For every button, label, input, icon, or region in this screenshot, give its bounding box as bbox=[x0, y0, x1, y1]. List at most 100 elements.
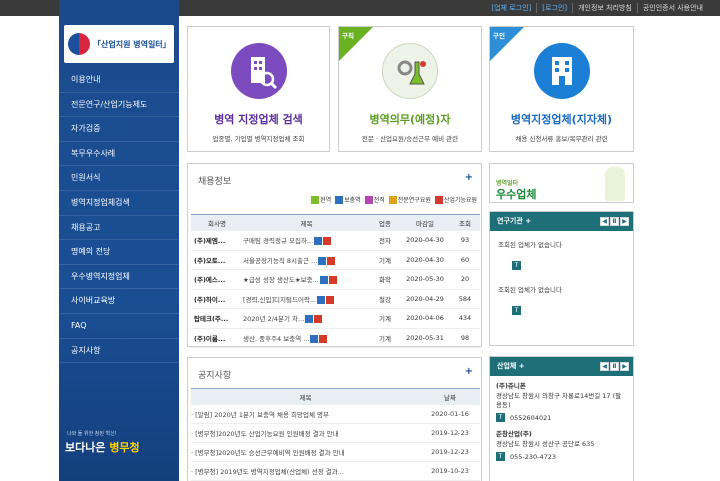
header-deadline: 마감일 bbox=[400, 214, 450, 231]
table-row[interactable]: · [병무청] 2019년도 병역지정업체(산업체) 선정 결과... 2019… bbox=[191, 461, 480, 481]
industry-cell: 전자 bbox=[370, 230, 400, 251]
table-row[interactable]: · [병무청]2020년도 산업기능요원 인원배정 결과 안내 2019-12-… bbox=[191, 423, 480, 443]
prev-icon[interactable]: ◀ bbox=[600, 362, 609, 371]
sidebar-item-forms[interactable]: 민원서식 bbox=[59, 166, 179, 191]
title-cell[interactable]: [경력,신입]디지털드어락... bbox=[243, 289, 370, 309]
sidebar: 「산업지원 병역일터」 이용안내 전문연구/산업기능제도 자가검증 복무우수사례… bbox=[59, 0, 179, 481]
notice-title-cell[interactable]: · [알림] 2020년 1분기 보충역 채용 희망업체 명부 bbox=[191, 404, 420, 424]
title-cell[interactable]: ★급성 성장 생산도★보충... bbox=[243, 269, 370, 290]
table-row[interactable]: (주)하이... [경력,신입]디지털드어락... 철강 2020-04-29 … bbox=[191, 289, 480, 309]
building-search-icon bbox=[230, 43, 287, 99]
prev-icon[interactable]: ◀ bbox=[600, 217, 609, 226]
sidebar-item-excellent-companies[interactable]: 우수병역지정업체 bbox=[59, 265, 179, 290]
table-row[interactable]: (주)이룸... 생산, 중후주4 보충역 ... 기계 2020-05-31 … bbox=[191, 328, 480, 348]
recruit-table: 회사명 제목 업종 마감일 조회 (주)제엠... 구매팀 경력정규 모집하..… bbox=[191, 214, 480, 348]
mma-slogan: 나와 둘 위한 참된 혁신! 보다나은 병무청 bbox=[59, 420, 179, 470]
lab-tools-icon bbox=[382, 43, 438, 99]
header-date: 날짜 bbox=[420, 388, 480, 405]
list-item[interactable]: (주)쥬니폰 경상남도 창원시 의창구 차룡로14번길 17 (팔용동) T 05… bbox=[490, 376, 633, 424]
site-logo[interactable]: 「산업지원 병역일터」 bbox=[64, 25, 174, 63]
building-search-icon-svg bbox=[250, 57, 277, 90]
job-seeker-card[interactable]: 구직 병역의무(예정)자 전문 · 산업요원/승선근무 예비 관련 bbox=[338, 26, 482, 152]
recruit-legend: 현역 보충역 전직 전문연구요원 산업기능요원 bbox=[311, 195, 477, 204]
pause-icon[interactable]: Ⅱ bbox=[610, 217, 619, 226]
notice-title-cell[interactable]: · [병무청]2020년도 산업기능요원 인원배정 결과 안내 bbox=[191, 423, 420, 443]
title-cell[interactable]: 2020년 2/4분기 차... bbox=[243, 308, 370, 329]
notice-title-cell[interactable]: · [병무청]2020년도 승선근무예비역 인원배정 결과 안내 bbox=[191, 442, 420, 462]
list-item[interactable]: 준창산업(주) 경상남도 창원시 성산구 공단로 635 T 055-230-47… bbox=[490, 424, 633, 463]
sidebar-item-faq[interactable]: FAQ bbox=[59, 314, 179, 339]
industrial-badge bbox=[327, 256, 336, 265]
login-link[interactable]: [로그인] bbox=[536, 3, 572, 13]
panel-nav: ◀ Ⅱ ▶ bbox=[600, 217, 629, 226]
deadline-cell: 2020-05-31 bbox=[400, 328, 450, 348]
certificate-guide-link[interactable]: 공인인증서 사용안내 bbox=[636, 3, 708, 13]
company-cell[interactable]: 탑테크(주... bbox=[191, 308, 243, 329]
company-search-card[interactable]: 병역 지정업체 검색 업종별, 기업별 병역지정업체 조회 bbox=[187, 26, 330, 152]
notice-title-cell[interactable]: · [병무청] 2019년도 병역지정업체(산업체) 선정 결과... bbox=[191, 461, 420, 481]
title-cell[interactable]: 서울공장기능직 8시출근 ... bbox=[243, 250, 370, 270]
panel-title[interactable]: 연구기관 + bbox=[497, 217, 531, 225]
corp-login-link[interactable]: [업체 로그인] bbox=[486, 3, 536, 13]
company-cell[interactable]: (주)하이... bbox=[191, 289, 243, 309]
industry-cell: 기계 bbox=[370, 328, 400, 348]
banner-big-text: 우수업체 bbox=[496, 188, 537, 201]
company-cell[interactable]: (주)제엠... bbox=[191, 230, 243, 251]
sidebar-item-guide[interactable]: 이용안내 bbox=[59, 68, 179, 93]
next-icon[interactable]: ▶ bbox=[620, 217, 629, 226]
supplementary-badge bbox=[314, 237, 323, 245]
recruit-title: 채용정보 bbox=[198, 177, 232, 187]
card-title: 병역 지정업체 검색 bbox=[214, 113, 303, 126]
mascot-icon bbox=[605, 167, 625, 201]
notice-date-cell: 2019-10-23 bbox=[420, 461, 480, 481]
table-row[interactable]: (주)오토... 서울공장기능직 8시출근 ... 기계 2020-04-30 … bbox=[191, 250, 480, 270]
table-row[interactable]: (주)제엠... 구매팀 경력정규 모집하... 전자 2020-04-30 9… bbox=[191, 230, 480, 251]
company-name[interactable]: (주)쥬니폰 bbox=[496, 380, 627, 390]
title-cell[interactable]: 구매팀 경력정규 모집하... bbox=[243, 230, 370, 251]
company-cell[interactable]: (주)에스... bbox=[191, 269, 243, 290]
card-title: 병역의무(예정)자 bbox=[369, 113, 451, 126]
excellent-company-banner[interactable]: 병역일터 우수업체 bbox=[489, 163, 634, 203]
table-row[interactable]: · [알림] 2020년 1분기 보충역 채용 희망업체 명부 2020-01-… bbox=[191, 404, 480, 424]
table-row[interactable]: 탑테크(주... 2020년 2/4분기 차... 기계 2020-04-06 … bbox=[191, 308, 480, 329]
company-cell[interactable]: (주)오토... bbox=[191, 250, 243, 270]
slogan-text: 보다나은 병무청 bbox=[65, 439, 140, 455]
industrial-badge bbox=[314, 315, 323, 324]
employer-card[interactable]: 구인 병역지정업체(지자체) 채용 신청서류 홍보/복무관리 관련 bbox=[489, 26, 634, 152]
legend-researcher: 전문연구요원 bbox=[388, 195, 431, 204]
industry-cell: 기계 bbox=[370, 308, 400, 329]
next-icon[interactable]: ▶ bbox=[620, 362, 629, 371]
legend-swatch bbox=[335, 195, 344, 204]
header-title: 제목 bbox=[191, 388, 420, 405]
industry-cell: 기계 bbox=[370, 250, 400, 270]
panel-title[interactable]: 산업체 + bbox=[497, 362, 525, 370]
top-links: [업체 로그인] [로그인] 개인정보 처리방침 공인인증서 사용안내 bbox=[486, 3, 708, 13]
sidebar-item-best-cases[interactable]: 복무우수사례 bbox=[59, 142, 179, 167]
notice-more-button[interactable]: + bbox=[465, 366, 473, 377]
header-industry: 업종 bbox=[370, 214, 400, 231]
supplementary-badge bbox=[310, 334, 319, 343]
company-phone: 0552604021 bbox=[510, 413, 552, 422]
table-header-row: 회사명 제목 업종 마감일 조회 bbox=[191, 214, 480, 231]
recruit-more-button[interactable]: + bbox=[465, 172, 473, 183]
company-name[interactable]: 준창산업(주) bbox=[496, 428, 627, 438]
sidebar-item-self-check[interactable]: 자가검증 bbox=[59, 117, 179, 142]
company-cell[interactable]: (주)이룸... bbox=[191, 328, 243, 348]
sidebar-item-company-search[interactable]: 병역지정업체검색 bbox=[59, 191, 179, 216]
table-header-row: 제목 날짜 bbox=[191, 388, 480, 405]
card-title: 병역지정업체(지자체) bbox=[510, 113, 613, 126]
sidebar-item-cyber-education[interactable]: 사이버교육방 bbox=[59, 289, 179, 314]
views-cell: 98 bbox=[450, 328, 480, 348]
table-row[interactable]: (주)에스... ★급성 성장 생산도★보충... 화학 2020-05-30 … bbox=[191, 269, 480, 290]
sidebar-item-jobs[interactable]: 채용공고 bbox=[59, 216, 179, 241]
legend-active-duty: 현역 bbox=[311, 195, 331, 204]
company-address: 경상남도 창원시 성산구 공단로 635 bbox=[496, 440, 595, 448]
table-row[interactable]: · [병무청]2020년도 승선근무예비역 인원배정 결과 안내 2019-12… bbox=[191, 442, 480, 462]
privacy-link[interactable]: 개인정보 처리방침 bbox=[572, 3, 637, 13]
sidebar-item-system[interactable]: 전문연구/산업기능제도 bbox=[59, 93, 179, 118]
sidebar-item-notices[interactable]: 공지사항 bbox=[59, 339, 179, 364]
sidebar-item-hall-of-fame[interactable]: 명예의 전당 bbox=[59, 240, 179, 265]
title-cell[interactable]: 생산, 중후주4 보충역 ... bbox=[243, 328, 370, 348]
pause-icon[interactable]: Ⅱ bbox=[610, 362, 619, 371]
panel-header: 연구기관 + ◀ Ⅱ ▶ bbox=[490, 212, 633, 231]
